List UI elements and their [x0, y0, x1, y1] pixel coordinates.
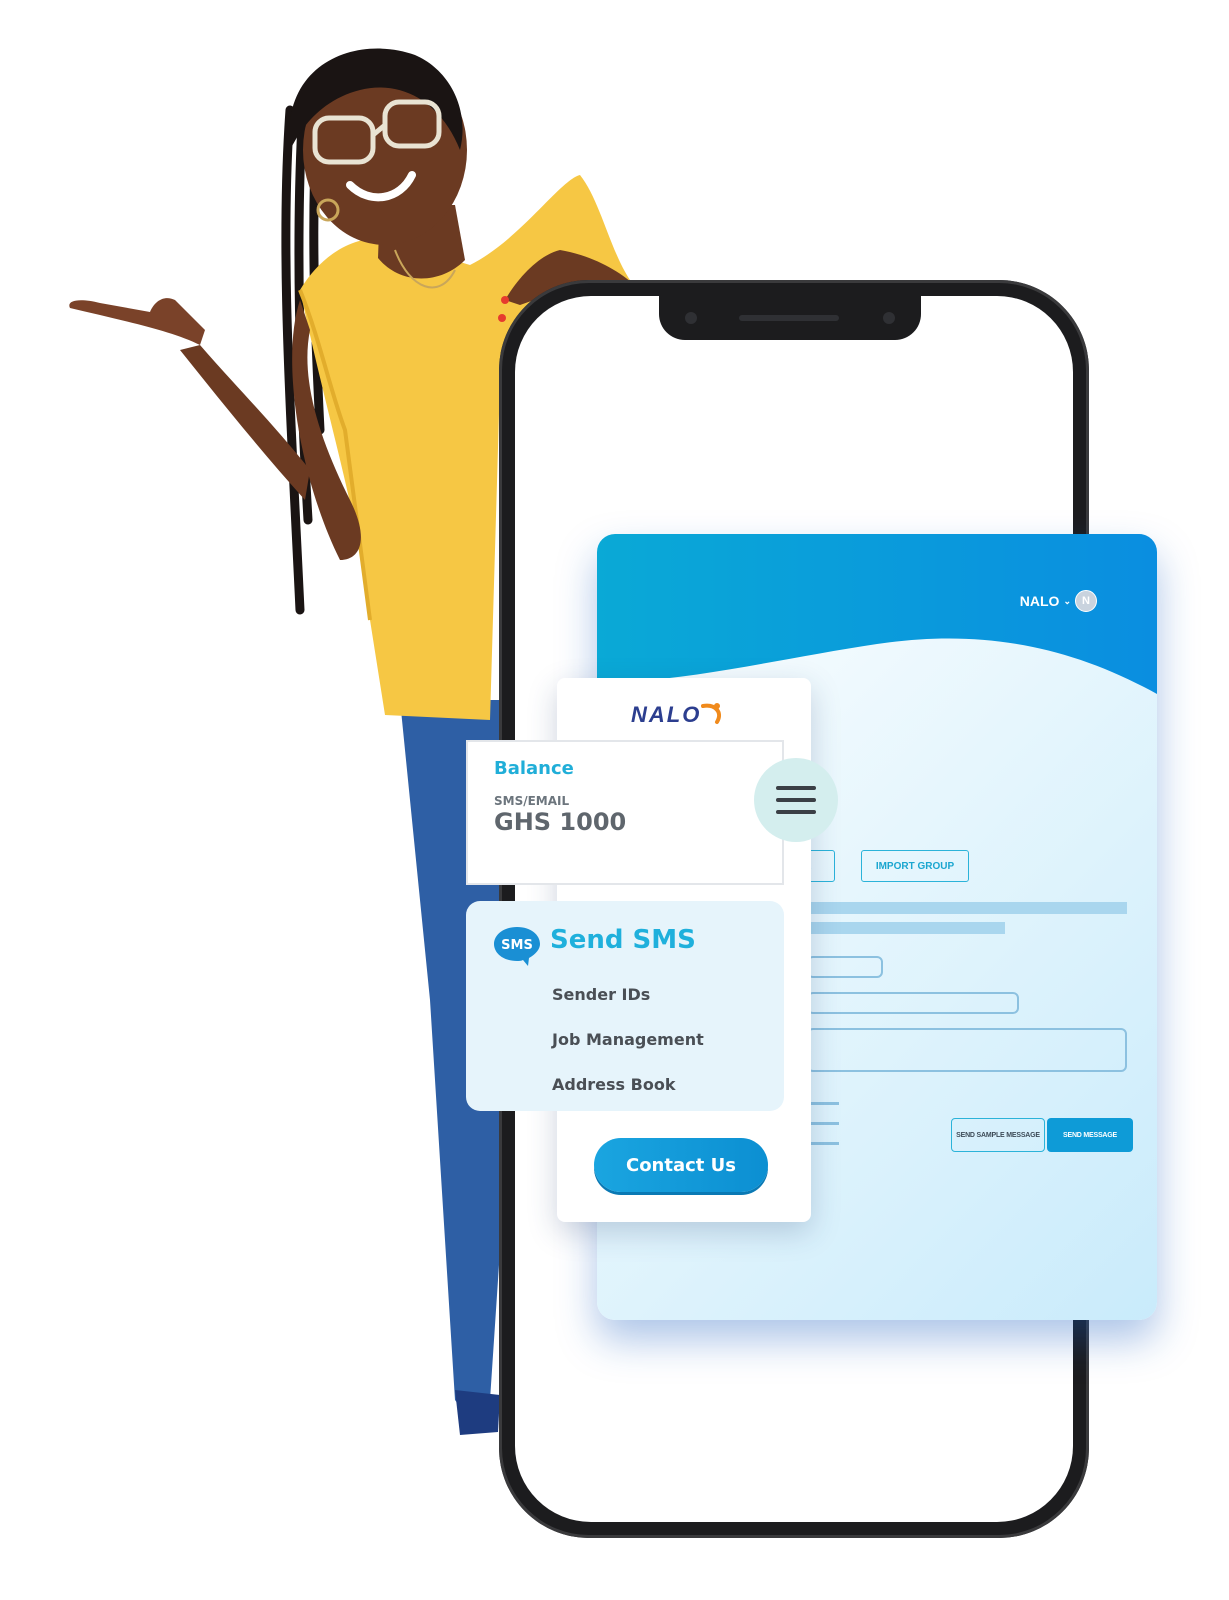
- speaker-grille: [739, 315, 839, 321]
- sidebar-item-job-management[interactable]: Job Management: [552, 1030, 704, 1049]
- send-message-button[interactable]: SEND MESSAGE: [1047, 1118, 1133, 1152]
- hamburger-menu-button[interactable]: [754, 758, 838, 842]
- sms-bubble-icon: SMS: [494, 927, 540, 966]
- sms-icon-label: SMS: [501, 938, 533, 953]
- sidebar-item-address-book[interactable]: Address Book: [552, 1075, 675, 1094]
- balance-amount: GHS 1000: [494, 808, 627, 836]
- sidebar-item-sender-ids[interactable]: Sender IDs: [552, 985, 650, 1004]
- input-field[interactable]: [807, 992, 1019, 1014]
- phone-notch: [659, 296, 921, 340]
- open-hand: [69, 298, 205, 345]
- placeholder-bar: [807, 902, 1127, 914]
- brand-name: NALO: [1019, 593, 1060, 609]
- menu-line: [776, 786, 816, 790]
- menu-line: [776, 798, 816, 802]
- account-menu[interactable]: NALO ⌄ N: [1020, 590, 1097, 612]
- menu-line: [776, 810, 816, 814]
- balance-card: Balance SMS/EMAIL GHS 1000: [466, 740, 784, 885]
- contact-us-button[interactable]: Contact Us: [594, 1138, 768, 1192]
- placeholder-line: [807, 1102, 839, 1105]
- marketing-hero: NALO ⌄ N LE IMPORT GROUP SEND SAMPLE MES…: [0, 0, 1229, 1600]
- placeholder-line: [807, 1142, 839, 1145]
- chevron-down-icon: ⌄: [1063, 595, 1071, 606]
- sensor-icon: [883, 312, 895, 324]
- front-camera-icon: [685, 312, 697, 324]
- send-sms-title[interactable]: Send SMS: [550, 925, 696, 955]
- import-group-button[interactable]: IMPORT GROUP: [861, 850, 969, 882]
- placeholder-line: [807, 1122, 839, 1125]
- avatar: N: [1075, 590, 1097, 612]
- send-sample-message-button[interactable]: SEND SAMPLE MESSAGE: [951, 1118, 1045, 1152]
- input-field[interactable]: [807, 956, 883, 978]
- logo-text: NALO: [631, 702, 701, 727]
- message-textarea[interactable]: [807, 1028, 1127, 1072]
- balance-type: SMS/EMAIL: [494, 794, 570, 808]
- balance-title: Balance: [494, 758, 574, 779]
- placeholder-bar: [807, 922, 1005, 934]
- nalo-logo: NALO: [631, 702, 722, 727]
- send-sms-menu: SMS Send SMS Sender IDs Job Management A…: [466, 901, 784, 1111]
